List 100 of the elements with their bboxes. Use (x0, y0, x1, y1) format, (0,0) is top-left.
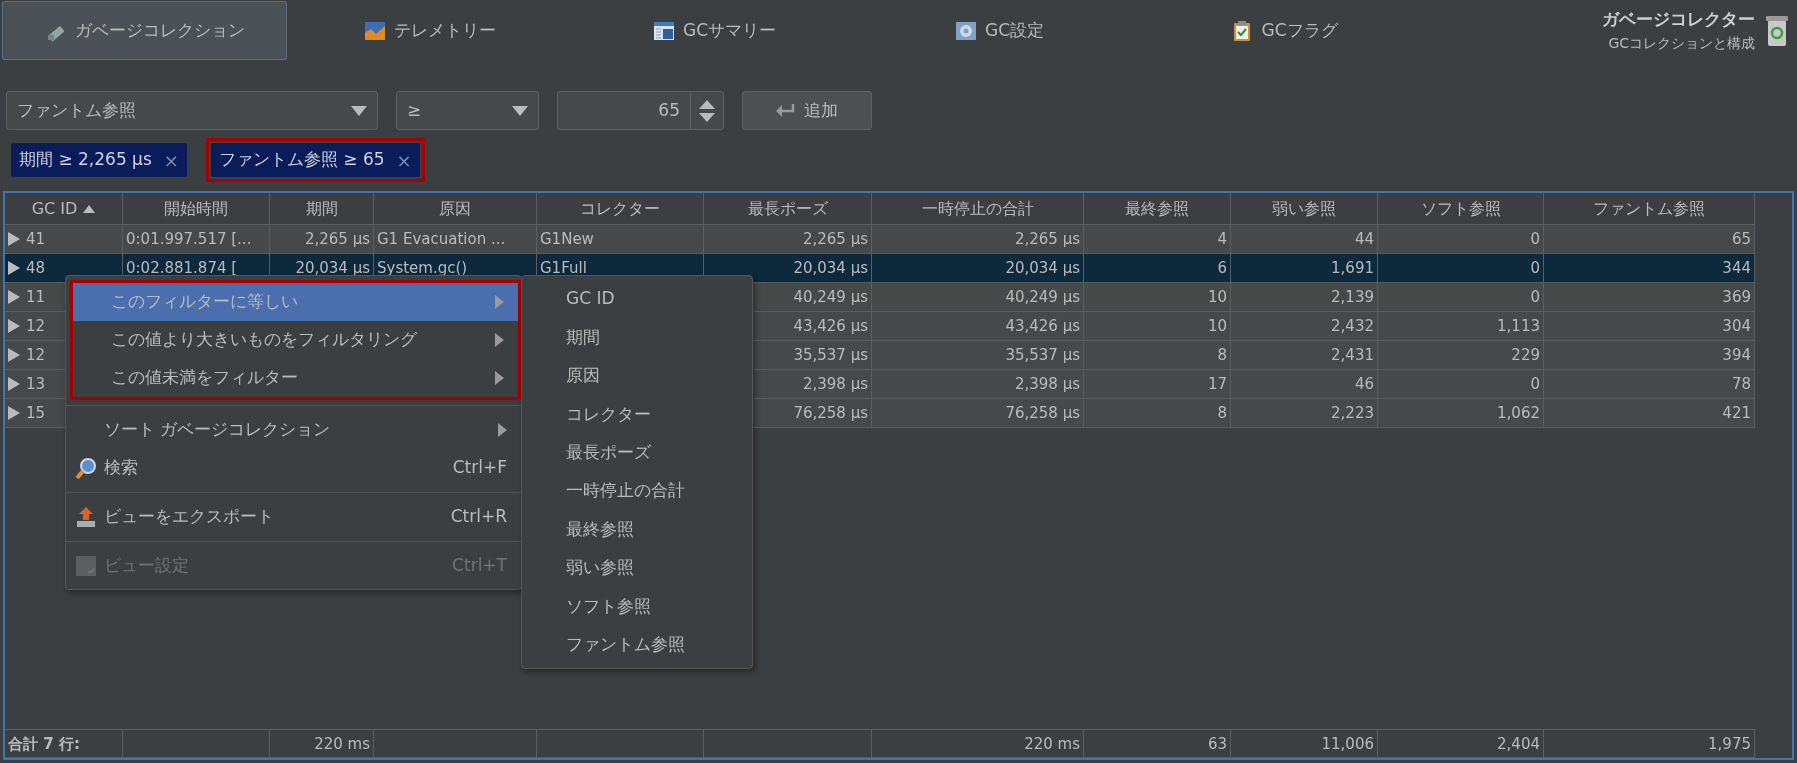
table-cell-text: 40,249 µs (793, 287, 868, 308)
column-header[interactable]: 最終参照 (1084, 193, 1231, 225)
expand-icon (8, 290, 20, 304)
column-header[interactable]: ファントム参照 (1544, 193, 1755, 225)
menu-item[interactable]: 最終参照 (522, 510, 752, 549)
total-cell-text: 11,006 (1321, 733, 1374, 755)
total-cell-text: 63 (1207, 733, 1227, 755)
table-cell-text: System.gc() (377, 258, 468, 279)
table-cell-text: 76,258 µs (793, 403, 868, 424)
panel-title: ガベージコレクター (1602, 8, 1755, 32)
table-cell-text: 4 (1217, 229, 1227, 250)
table-cell-text: 369 (1722, 287, 1751, 308)
table-cell-text: 17 (1207, 374, 1227, 395)
table-cell-text: 8 (1217, 345, 1227, 366)
table-cell-text: 12 (26, 345, 46, 366)
table-cell-text: 20,034 µs (793, 258, 868, 279)
table-cell-text: 40,249 µs (1005, 287, 1080, 308)
search-icon (75, 457, 97, 479)
menu-item[interactable]: 最長ポーズ (522, 433, 752, 472)
table-cell-text: 2,265 µs (1014, 229, 1080, 250)
filter-chip: 期間 ≥ 2,265 µs × (11, 143, 187, 177)
menu-item[interactable]: 一時停止の合計 (522, 471, 752, 511)
tab[interactable]: ガベージコレクション (2, 1, 287, 60)
menu-item[interactable]: 原因 (522, 356, 752, 396)
settings-icon (75, 555, 97, 577)
submenu-arrow-icon (498, 423, 507, 437)
caret-icon (512, 105, 528, 116)
table-cell-text: 2,398 µs (1014, 374, 1080, 395)
total-cell-text: 2,404 (1497, 733, 1540, 755)
table-cell-text: 344 (1722, 258, 1751, 279)
panel-subtitle: GCコレクションと構成 (1607, 33, 1755, 53)
table-cell-text: 43,426 µs (1005, 316, 1080, 337)
tab[interactable]: GCサマリー (572, 1, 857, 60)
column-header[interactable]: 一時停止の合計 (872, 193, 1084, 225)
table-cell-text: 2,398 µs (802, 374, 868, 395)
field-dropdown[interactable]: ファントム参照 (6, 91, 378, 130)
operator-dropdown[interactable]: ≥ (396, 91, 539, 130)
table-cell-text: 35,537 µs (1005, 345, 1080, 366)
menu-item[interactable]: コレクター (522, 395, 752, 434)
table-cell-text: G1 Evacuation ... (377, 229, 506, 250)
export-icon (75, 506, 97, 528)
total-cell-text: 1,975 (1708, 733, 1751, 755)
menu-item[interactable]: 弱い参照 (522, 548, 752, 588)
table-cell-text: 10 (1207, 287, 1227, 308)
table-cell-text: 1,113 (1497, 316, 1540, 337)
table-cell-text: 0:02.881.874 [ (126, 258, 238, 279)
chart-icon (363, 19, 386, 42)
expand-icon (8, 406, 20, 420)
menu-item[interactable]: 検索 Ctrl+F (66, 449, 521, 487)
table-cell-text: 2,139 (1331, 287, 1374, 308)
table-cell-text: 76,258 µs (1005, 403, 1080, 424)
table-cell-text: 13 (26, 374, 46, 395)
column-header[interactable]: 原因 (374, 193, 537, 225)
column-header[interactable]: ソフト参照 (1378, 193, 1544, 225)
trash-icon (1765, 13, 1789, 48)
table-cell-text: 65 (1731, 229, 1751, 250)
tab[interactable]: GC設定 (857, 1, 1142, 60)
table-cell-text: 304 (1722, 316, 1751, 337)
table-cell-text: 8 (1217, 403, 1227, 424)
return-arrow-icon (776, 102, 796, 119)
column-header[interactable]: 弱い参照 (1231, 193, 1378, 225)
tab[interactable]: GCフラグ (1142, 1, 1427, 60)
table-cell-text: 78 (1731, 374, 1751, 395)
table-cell-text: 1,062 (1497, 403, 1540, 424)
table-cell-text: 2,223 (1331, 403, 1374, 424)
column-header[interactable]: 期間 (270, 193, 374, 225)
table-cell-text: G1Full (540, 258, 587, 279)
menu-item[interactable]: この値より大きいものをフィルタリング (73, 321, 518, 359)
caret-icon (351, 105, 367, 116)
column-header[interactable]: GC ID (5, 193, 123, 225)
close-button[interactable]: × (396, 146, 412, 174)
submenu-arrow-icon (495, 295, 504, 309)
column-header[interactable]: コレクター (537, 193, 704, 225)
menu-item[interactable]: GC ID (522, 280, 752, 319)
close-button[interactable]: × (163, 146, 179, 174)
table-cell-text: 421 (1722, 403, 1751, 424)
expand-icon (8, 261, 20, 275)
add-button[interactable]: 追加 (742, 91, 872, 130)
number-spinner[interactable]: 65 (557, 91, 724, 130)
table-cell-text: 2,265 µs (304, 229, 370, 250)
filter-chip: ファントム参照 ≥ 65 × (210, 143, 420, 177)
table-cell-text: 35,537 µs (793, 345, 868, 366)
table-icon (652, 19, 675, 42)
column-header[interactable]: 開始時間 (123, 193, 270, 225)
expand-icon (8, 348, 20, 362)
submenu-arrow-icon (495, 371, 504, 385)
table-cell-text: 20,034 µs (295, 258, 370, 279)
expand-icon (8, 232, 20, 246)
table-cell-text: 46 (1354, 374, 1374, 395)
column-header[interactable]: 最長ポーズ (704, 193, 872, 225)
menu-item[interactable]: ソート ガベージコレクション (66, 411, 521, 449)
menu-item[interactable]: ソフト参照 (522, 587, 752, 626)
tab[interactable]: テレメトリー (287, 1, 572, 60)
menu-item[interactable]: この値未満をフィルター (73, 359, 518, 397)
table-cell-text: 1,691 (1331, 258, 1374, 279)
menu-item[interactable]: ファントム参照 (522, 625, 752, 664)
table-cell-text: 20,034 µs (1005, 258, 1080, 279)
table-cell-text: 48 (26, 258, 46, 279)
menu-item[interactable]: 期間 (522, 318, 752, 357)
menu-item[interactable]: ビューをエクスポート Ctrl+R (66, 498, 521, 536)
